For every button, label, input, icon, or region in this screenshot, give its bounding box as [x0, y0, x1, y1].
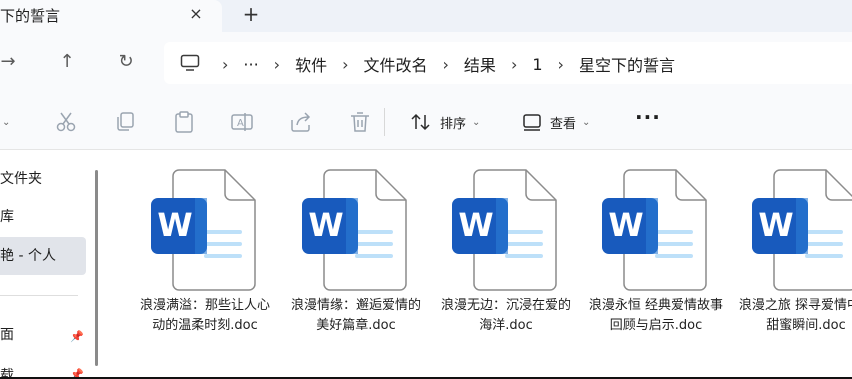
new-dropdown-chevron-icon[interactable]: ⌄ — [0, 109, 10, 135]
share-icon[interactable] — [289, 111, 313, 133]
breadcrumb-separator[interactable]: › — [222, 55, 228, 74]
navigation-bar: → ↑ ↻ › ··· › 软件 › 文件改名 › 结果 › 1 › 星空下的誓… — [0, 32, 852, 94]
breadcrumb: › ··· › 软件 › 文件改名 › 结果 › 1 › 星空下的誓言 — [222, 52, 675, 76]
toolbar-divider — [384, 108, 385, 136]
word-document-icon: W — [452, 169, 557, 291]
tab-current[interactable]: 下的誓言 × — [0, 0, 222, 32]
file-item[interactable]: W 浪漫之旅 探寻爱情中的甜蜜瞬间.doc — [736, 168, 852, 368]
title-bar: 下的誓言 × + — [0, 0, 852, 32]
copy-icon[interactable] — [113, 111, 137, 133]
navigation-pane: 文件夹 库 艳 - 个人 面 📌 载 📌 — [0, 150, 100, 379]
file-name: 浪漫无边：沉浸在爱的海洋.doc — [440, 298, 571, 333]
sidebar-item-libraries[interactable]: 库 — [0, 198, 86, 236]
sidebar-divider — [0, 295, 78, 296]
file-name: 浪漫情缘：邂逅爱情的美好篇章.doc — [290, 298, 421, 333]
breadcrumb-separator[interactable]: › — [558, 55, 564, 74]
view-button[interactable]: 查看 ⌄ — [522, 109, 590, 135]
file-name: 浪漫满溢：那些让人心动的温柔时刻.doc — [139, 298, 270, 333]
breadcrumb-separator[interactable]: › — [511, 55, 517, 74]
word-document-icon: W — [602, 169, 707, 291]
file-grid: W 浪漫满溢：那些让人心动的温柔时刻.doc W 浪漫情缘：邂逅爱情的美好篇章.… — [100, 151, 852, 377]
svg-text:W: W — [308, 206, 343, 244]
forward-arrow-icon[interactable]: → — [0, 48, 22, 76]
command-bar: ⌄ A 排序 ⌄ 查看 ⌄ ··· — [0, 94, 852, 150]
file-item[interactable]: W 浪漫永恒 经典爱情故事回顾与启示.doc — [586, 168, 726, 368]
file-name: 浪漫之旅 探寻爱情中的甜蜜瞬间.doc — [738, 298, 852, 333]
word-document-icon: W — [302, 169, 407, 291]
word-document-icon: W — [151, 169, 256, 291]
breadcrumb-overflow[interactable]: ··· — [243, 55, 258, 74]
breadcrumb-separator[interactable]: › — [274, 55, 280, 74]
cut-icon[interactable] — [54, 111, 78, 133]
breadcrumb-separator[interactable]: › — [443, 55, 449, 74]
view-label: 查看 — [550, 116, 577, 132]
refresh-icon[interactable]: ↻ — [112, 48, 140, 76]
file-name: 浪漫永恒 经典爱情故事回顾与启示.doc — [588, 298, 724, 333]
word-document-icon: W — [752, 169, 852, 291]
sidebar-item-label: 面 — [0, 327, 14, 343]
svg-text:W: W — [458, 206, 493, 244]
sidebar-item-personal[interactable]: 艳 - 个人 — [0, 237, 86, 275]
sort-label: 排序 — [440, 116, 467, 132]
svg-text:A: A — [237, 118, 244, 129]
address-bar[interactable]: › ··· › 软件 › 文件改名 › 结果 › 1 › 星空下的誓言 — [164, 42, 852, 84]
delete-icon[interactable] — [348, 111, 372, 133]
svg-text:W: W — [758, 206, 793, 244]
sidebar-item-label: 文件夹 — [0, 171, 42, 187]
breadcrumb-item-rename[interactable]: 文件改名 — [364, 52, 428, 76]
view-icon — [523, 114, 541, 131]
sort-button[interactable]: 排序 ⌄ — [410, 109, 480, 135]
breadcrumb-item-software[interactable]: 软件 — [295, 52, 327, 76]
tab-title: 下的誓言 — [0, 7, 61, 25]
breadcrumb-item-current[interactable]: 星空下的誓言 — [579, 52, 675, 76]
this-pc-icon — [180, 54, 200, 71]
rename-icon[interactable]: A — [230, 111, 254, 133]
pin-icon[interactable]: 📌 — [70, 330, 84, 343]
file-item[interactable]: W 浪漫情缘：邂逅爱情的美好篇章.doc — [286, 168, 426, 368]
sidebar-item-folders[interactable]: 文件夹 — [0, 160, 86, 198]
sort-icon — [411, 113, 430, 131]
breadcrumb-item-1[interactable]: 1 — [532, 55, 542, 74]
chevron-down-icon: ⌄ — [582, 116, 591, 128]
sidebar-item-label: 艳 - 个人 — [0, 248, 56, 264]
tab-close-icon[interactable]: × — [186, 4, 206, 24]
up-arrow-icon[interactable]: ↑ — [53, 48, 81, 76]
svg-text:W: W — [157, 206, 192, 244]
chevron-down-icon: ⌄ — [472, 116, 481, 128]
new-tab-button[interactable]: + — [240, 3, 262, 25]
paste-icon[interactable] — [172, 111, 196, 133]
breadcrumb-item-result[interactable]: 结果 — [464, 52, 496, 76]
svg-text:W: W — [608, 206, 643, 244]
file-item[interactable]: W 浪漫无边：沉浸在爱的海洋.doc — [436, 168, 576, 368]
file-item[interactable]: W 浪漫满溢：那些让人心动的温柔时刻.doc — [135, 168, 275, 368]
sidebar-item-label: 库 — [0, 209, 14, 225]
more-options-icon[interactable]: ··· — [635, 105, 661, 129]
sidebar-scrollbar[interactable] — [95, 170, 98, 366]
breadcrumb-separator[interactable]: › — [342, 55, 348, 74]
